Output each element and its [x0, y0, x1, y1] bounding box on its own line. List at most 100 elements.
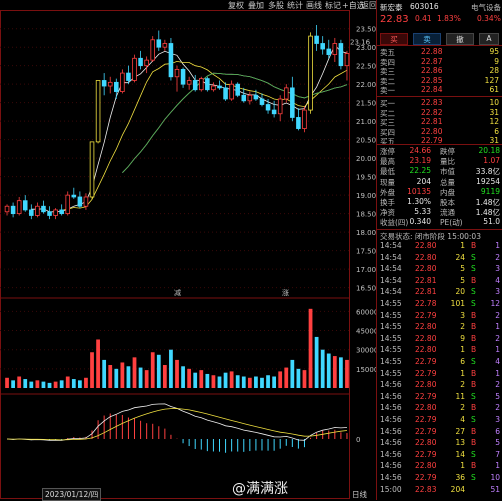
- tick-side: S: [471, 287, 476, 297]
- tick-row: 14:56 22.79 11 S 5: [377, 392, 502, 402]
- candle-body: [150, 39, 156, 61]
- volume-bar: [53, 381, 58, 388]
- tick-price: 22.78: [415, 299, 437, 308]
- stat-value: 19254: [476, 176, 500, 186]
- tick-volume: 13: [455, 438, 465, 448]
- candle-body: [338, 43, 344, 67]
- candle-body: [22, 200, 28, 211]
- tick-count: 7: [495, 449, 500, 459]
- tick-count: 2: [495, 252, 500, 262]
- toolbar-statistics[interactable]: 统计: [287, 0, 303, 11]
- candle-body: [229, 83, 234, 100]
- tick-count: 2: [495, 310, 500, 320]
- candle-body: [65, 194, 71, 215]
- volume-bar: [71, 379, 76, 388]
- account-button[interactable]: A: [479, 33, 499, 45]
- period-label[interactable]: 日线: [352, 489, 367, 500]
- volume-bar: [90, 352, 94, 388]
- toolbar-draw-line[interactable]: 画线: [306, 0, 322, 11]
- volume-bar: [77, 380, 82, 388]
- tick-count: 12: [490, 299, 500, 308]
- candle-body: [41, 205, 46, 213]
- candle-body: [308, 35, 313, 111]
- toolbar-restore-rights[interactable]: 复权: [228, 0, 244, 11]
- tick-volume: 5: [460, 275, 465, 285]
- candle-body: [205, 78, 210, 91]
- volume-bar: [241, 376, 246, 388]
- volume-bar: [247, 377, 252, 388]
- candle-body: [271, 109, 277, 115]
- trade-status: 交易状态: 闭市阶段 15:00:03: [380, 232, 481, 241]
- candle-body: [186, 80, 192, 85]
- candle-body: [211, 85, 216, 91]
- candle-body: [277, 98, 283, 115]
- book-row: 卖五 22.88 95: [377, 47, 502, 57]
- candle-body: [290, 87, 295, 118]
- candle-body: [265, 104, 271, 111]
- buy-button[interactable]: 买: [380, 33, 408, 45]
- volume-bar: [211, 375, 216, 388]
- volume-bar: [41, 381, 46, 388]
- kline-chart[interactable]: 23.5023.0022.5022.0021.5021.0020.5020.00…: [0, 0, 376, 500]
- macd-tick-label: 0: [356, 436, 360, 444]
- tick-side: B: [471, 438, 477, 448]
- candle-body: [144, 59, 149, 67]
- toolbar-overlay[interactable]: 叠加: [248, 0, 264, 11]
- tick-row: 14:56 22.79 36 S 10: [377, 473, 502, 483]
- tick-price: 22.80: [415, 264, 437, 274]
- toolbar-back[interactable]: 返回: [361, 0, 377, 11]
- cancel-order-button[interactable]: 撤: [446, 33, 474, 45]
- price-tick-label: 21.50: [356, 100, 376, 108]
- sell-button[interactable]: 卖: [413, 33, 441, 45]
- tick-price: 22.79: [415, 473, 437, 482]
- tick-count: 4: [495, 357, 500, 366]
- candle-body: [241, 94, 247, 102]
- volume-bar: [308, 308, 313, 388]
- tick-side: B: [471, 380, 477, 390]
- candle-body: [120, 72, 125, 92]
- toolbar-mark[interactable]: 标记: [325, 0, 341, 11]
- tick-time: 14:56: [380, 391, 402, 401]
- tick-time: 14:56: [380, 380, 402, 390]
- stats-row: 外盘 10135 内盘 9119: [377, 187, 502, 197]
- candle-body: [235, 83, 240, 96]
- tick-price: 22.80: [415, 403, 437, 413]
- candle-body: [107, 81, 113, 87]
- stats-row: 最低 22.25 市值 33.8亿: [377, 166, 502, 176]
- volume-bar: [132, 357, 137, 388]
- tick-count: 2: [495, 380, 500, 390]
- candle-body: [29, 209, 34, 216]
- candle-body: [326, 48, 332, 55]
- candle-body: [4, 205, 10, 213]
- tick-side: B: [471, 310, 477, 320]
- tick-count: 5: [495, 438, 500, 448]
- volume-bar: [126, 366, 131, 388]
- book-row: 卖三 22.86 28: [377, 66, 502, 76]
- sector-name[interactable]: 电气设备: [471, 2, 501, 13]
- volume-tick-label: 15000: [356, 366, 376, 374]
- tick-row: 14:55 22.80 9 B 2: [377, 334, 502, 344]
- volume-bar: [84, 377, 88, 388]
- stats-row: 净资 5.33 流通 1.48亿: [377, 207, 502, 217]
- tick-side: S: [471, 415, 476, 424]
- volume-tick-label: 60000: [356, 308, 376, 316]
- tick-count: 5: [495, 391, 500, 401]
- tick-side: B: [471, 368, 477, 378]
- candle-body: [223, 87, 228, 100]
- toolbar-multi-stock[interactable]: 多股: [268, 0, 284, 11]
- volume-bar: [278, 371, 283, 388]
- tick-volume: 1: [460, 368, 465, 378]
- tick-side: B: [471, 322, 477, 332]
- book-row: 卖四 22.87 9: [377, 57, 502, 67]
- tick-time: 14:55: [380, 333, 402, 343]
- candle-body: [192, 80, 198, 91]
- tick-count: 51: [490, 484, 500, 494]
- tick-time: 14:54: [380, 252, 402, 262]
- book-row: 买三 22.81 12: [377, 117, 502, 127]
- book-row: 卖二 22.85 127: [377, 76, 502, 86]
- candle-body: [59, 209, 64, 215]
- tick-price: 22.79: [415, 449, 437, 459]
- candle-body: [168, 43, 174, 78]
- price-tick-label: 22.00: [356, 81, 376, 89]
- price-high-label: 23.16: [350, 38, 371, 46]
